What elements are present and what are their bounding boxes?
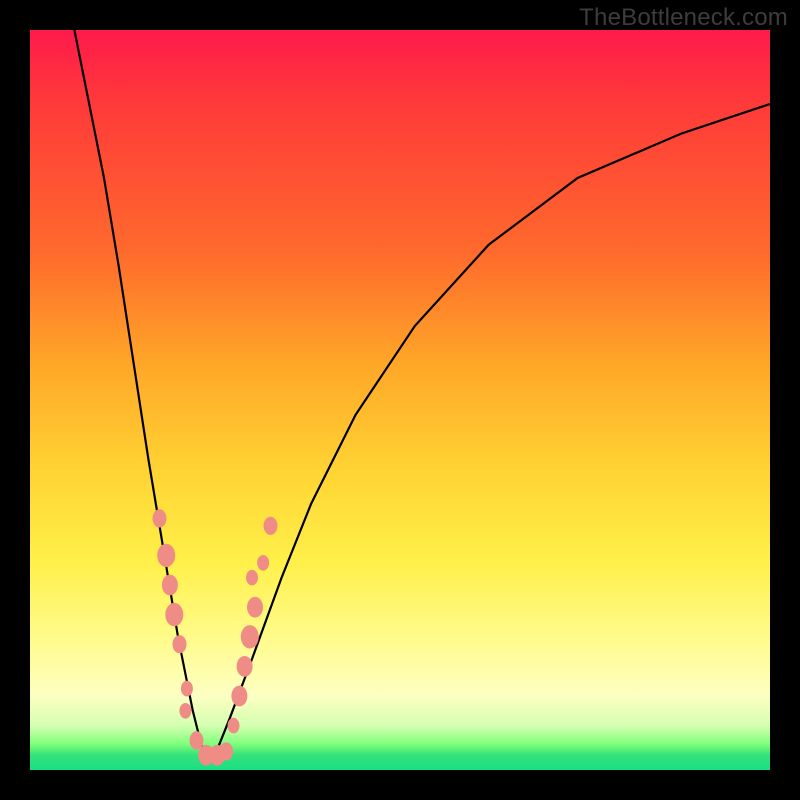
marker-dot [165,603,183,626]
marker-dot [247,597,263,618]
marker-dot [173,635,187,653]
marker-dot [237,656,253,677]
chart-svg [30,30,770,770]
marker-dot [246,570,258,586]
marker-dot [257,555,269,571]
marker-dot [157,544,175,567]
plot-area [30,30,770,770]
marker-dot [231,686,247,707]
marker-dot [219,742,233,760]
marker-dot [190,731,204,749]
marker-dot [181,681,193,697]
marker-dot [264,517,278,535]
marker-dot [241,625,259,648]
marker-dot [162,575,178,596]
marker-dot [228,718,240,734]
watermark-text: TheBottleneck.com [579,4,788,32]
marker-dot [179,703,191,719]
marker-dot [153,509,167,527]
highlight-markers [153,509,278,765]
outer-frame: TheBottleneck.com [0,0,800,800]
